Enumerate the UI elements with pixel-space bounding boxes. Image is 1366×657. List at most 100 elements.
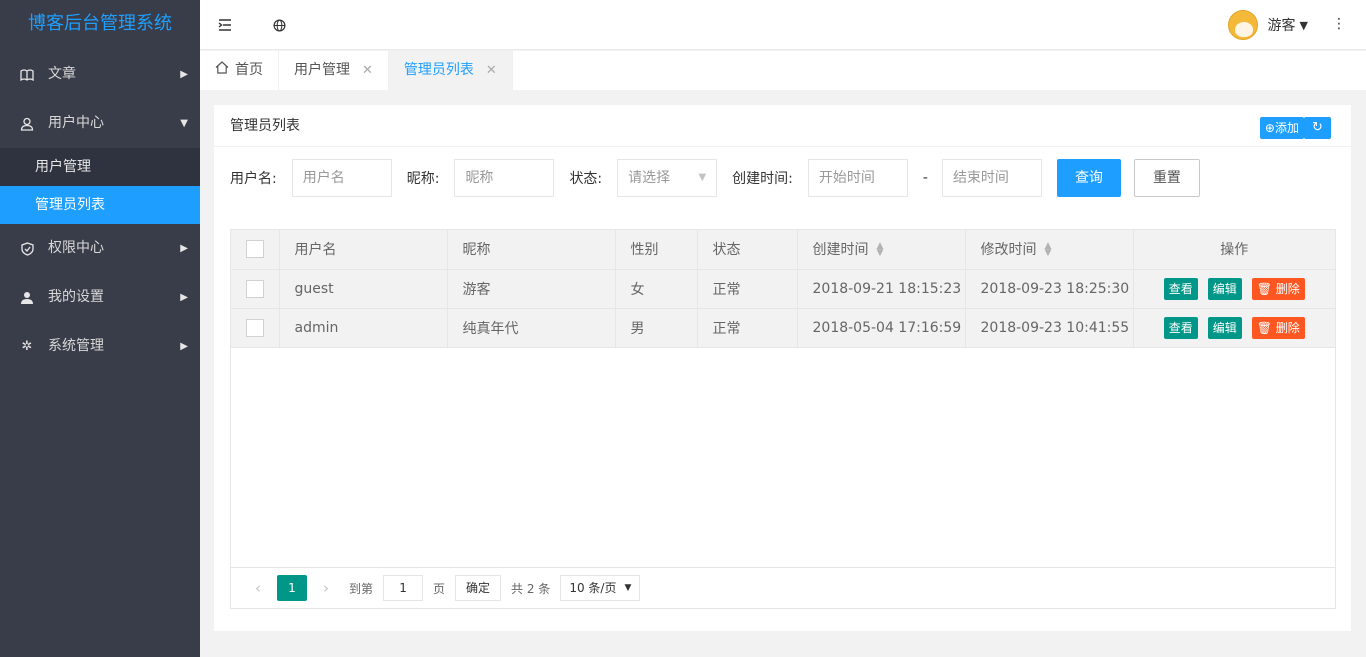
sidebar-item-user-center[interactable]: 用户中心 ▼ bbox=[0, 99, 200, 148]
chevron-right-icon: ▶ bbox=[180, 292, 188, 303]
column-header-created[interactable]: 创建时间 ▲ ▼ bbox=[797, 230, 966, 270]
per-page-value: 10 条/页 bbox=[569, 581, 617, 595]
home-icon bbox=[215, 51, 229, 90]
cell-created: 2018-05-04 17:16:59 bbox=[797, 308, 966, 348]
trash-icon: 🗑 bbox=[1256, 281, 1272, 296]
sidebar: 博客后台管理系统 文章 ▶ 用户中心 ▼ 用户管理 管理员列表 权限中心 ▶ 我… bbox=[0, 0, 200, 657]
edit-button[interactable]: 编辑 bbox=[1207, 277, 1242, 300]
menu-collapse-icon[interactable] bbox=[216, 16, 234, 34]
start-time-input[interactable]: 开始时间 bbox=[807, 159, 908, 197]
username-input[interactable]: 用户名 bbox=[291, 159, 392, 197]
row-checkbox[interactable] bbox=[246, 318, 264, 337]
chevron-right-icon: ▶ bbox=[180, 341, 188, 352]
chevron-down-icon: ▼ bbox=[180, 118, 188, 129]
add-button[interactable]: ⊕添加 bbox=[1259, 117, 1304, 139]
close-icon[interactable]: ✕ bbox=[362, 51, 373, 90]
delete-button[interactable]: 🗑 删除 bbox=[1251, 277, 1305, 300]
row-select-cell bbox=[231, 269, 280, 309]
tab-label: 用户管理 bbox=[294, 62, 350, 78]
gear-icon: ✲ bbox=[21, 339, 33, 354]
reset-button[interactable]: 重置 bbox=[1133, 159, 1200, 197]
row-select-cell bbox=[231, 308, 280, 348]
cell-nickname: 纯真年代 bbox=[447, 308, 616, 348]
tab-admin-list[interactable]: 管理员列表 ✕ bbox=[388, 51, 513, 90]
sort-icon[interactable]: ▲ ▼ bbox=[877, 242, 884, 258]
total-count: 共 2 条 bbox=[511, 581, 551, 596]
select-all-cell bbox=[231, 230, 280, 270]
user-name: 游客 bbox=[1267, 18, 1296, 34]
end-time-input[interactable]: 结束时间 bbox=[941, 159, 1042, 197]
table-row: guest 游客 女 正常 2018-09-21 18:15:23 2018-0… bbox=[231, 269, 1335, 309]
column-header-gender: 性别 bbox=[615, 230, 698, 270]
per-page-select[interactable]: 10 条/页 ▼ bbox=[560, 575, 641, 601]
table-header-row: 用户名 昵称 性别 状态 创建时间 ▲ ▼ 修改时间 ▲ ▼ 操作 bbox=[231, 230, 1335, 270]
more-vertical-icon[interactable]: ⋮ bbox=[1332, 16, 1346, 32]
column-header-label: 修改时间 bbox=[980, 242, 1037, 259]
tab-user-management[interactable]: 用户管理 ✕ bbox=[279, 51, 389, 90]
globe-icon[interactable] bbox=[270, 16, 288, 34]
prev-page-icon[interactable]: ‹ bbox=[245, 579, 271, 597]
add-button-label: 添加 bbox=[1274, 121, 1299, 135]
view-button[interactable]: 查看 bbox=[1163, 277, 1198, 300]
cell-created: 2018-09-21 18:15:23 bbox=[797, 269, 966, 309]
shield-icon bbox=[20, 241, 34, 256]
sort-icon[interactable]: ▲ ▼ bbox=[1045, 242, 1052, 258]
column-header-modified[interactable]: 修改时间 ▲ ▼ bbox=[965, 230, 1134, 270]
goto-label: 到第 bbox=[349, 581, 374, 596]
cell-actions: 查看 编辑 🗑 删除 bbox=[1133, 269, 1335, 309]
cell-gender: 男 bbox=[615, 308, 698, 348]
person-icon bbox=[20, 291, 34, 305]
sidebar-item-label: 系统管理 bbox=[48, 338, 104, 354]
sidebar-item-article[interactable]: 文章 ▶ bbox=[0, 50, 200, 99]
chevron-right-icon: ▶ bbox=[180, 243, 188, 254]
sidebar-item-user-management[interactable]: 用户管理 bbox=[0, 148, 200, 186]
trash-icon: 🗑 bbox=[1256, 320, 1272, 335]
cell-gender: 女 bbox=[615, 269, 698, 309]
confirm-button[interactable]: 确定 bbox=[455, 575, 502, 601]
next-page-icon[interactable]: › bbox=[313, 579, 339, 597]
cell-actions: 查看 编辑 🗑 删除 bbox=[1133, 308, 1335, 348]
refresh-button[interactable]: ↻ bbox=[1304, 117, 1331, 139]
delete-label: 删除 bbox=[1275, 320, 1300, 335]
user-menu[interactable]: 游客 ▼ bbox=[1227, 10, 1308, 40]
delete-button[interactable]: 🗑 删除 bbox=[1251, 316, 1305, 339]
goto-page-input[interactable]: 1 bbox=[383, 575, 424, 601]
range-separator: - bbox=[922, 170, 928, 186]
select-all-checkbox[interactable] bbox=[246, 240, 264, 259]
page-tabs: 首页 用户管理 ✕ 管理员列表 ✕ bbox=[200, 51, 1366, 90]
sidebar-item-label: 用户中心 bbox=[48, 115, 104, 131]
created-time-label: 创建时间: bbox=[732, 171, 793, 187]
tab-label: 首页 bbox=[235, 62, 263, 78]
status-select-value: 请选择 bbox=[628, 170, 671, 186]
sidebar-item-label: 权限中心 bbox=[48, 240, 104, 256]
current-page[interactable]: 1 bbox=[277, 575, 307, 601]
tab-home[interactable]: 首页 bbox=[200, 51, 279, 90]
chevron-down-icon: ▼ bbox=[624, 583, 632, 593]
edit-button[interactable]: 编辑 bbox=[1207, 316, 1242, 339]
cell-modified: 2018-09-23 18:25:30 bbox=[965, 269, 1134, 309]
pagination: ‹ 1 › 到第 1 页 确定 共 2 条 10 条/页 ▼ bbox=[231, 567, 1335, 608]
chevron-right-icon: ▶ bbox=[180, 69, 188, 80]
sidebar-item-system-management[interactable]: ✲ 系统管理 ▶ bbox=[0, 322, 200, 371]
row-checkbox[interactable] bbox=[246, 279, 264, 298]
card-title: 管理员列表 bbox=[230, 118, 300, 134]
cell-modified: 2018-09-23 10:41:55 bbox=[965, 308, 1134, 348]
page-label: 页 bbox=[433, 581, 446, 596]
book-icon bbox=[20, 68, 34, 82]
query-button[interactable]: 查询 bbox=[1056, 159, 1121, 197]
app-title: 博客后台管理系统 bbox=[0, 0, 200, 50]
sidebar-submenu: 用户管理 管理员列表 bbox=[0, 148, 200, 224]
view-button[interactable]: 查看 bbox=[1163, 316, 1198, 339]
admin-table: 用户名 昵称 性别 状态 创建时间 ▲ ▼ 修改时间 ▲ ▼ 操作 guest 游客 女… bbox=[230, 229, 1336, 609]
sidebar-item-my-settings[interactable]: 我的设置 ▶ bbox=[0, 273, 200, 322]
nickname-input[interactable]: 昵称 bbox=[454, 159, 555, 197]
status-select[interactable]: 请选择 ▼ bbox=[617, 159, 718, 197]
cell-status: 正常 bbox=[697, 308, 798, 348]
close-icon[interactable]: ✕ bbox=[486, 51, 497, 90]
column-header-nickname: 昵称 bbox=[447, 230, 616, 270]
sidebar-item-admin-list[interactable]: 管理员列表 bbox=[0, 186, 200, 224]
column-header-status: 状态 bbox=[697, 230, 798, 270]
cell-username: admin bbox=[279, 308, 448, 348]
admin-list-card: 管理员列表 ⊕添加 ↻ 用户名: 用户名 昵称: 昵称 状态: 请选择 ▼ 创建… bbox=[214, 105, 1351, 631]
sidebar-item-permission-center[interactable]: 权限中心 ▶ bbox=[0, 224, 200, 273]
